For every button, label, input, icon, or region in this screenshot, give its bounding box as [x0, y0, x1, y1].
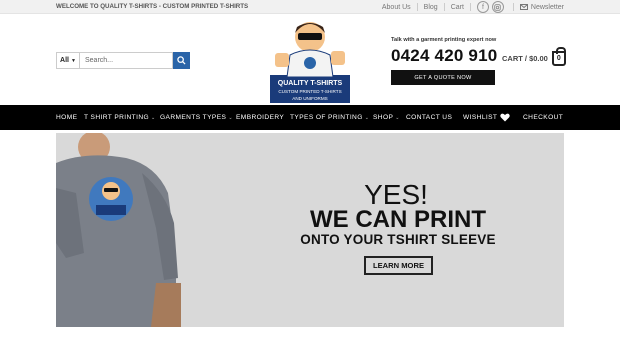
nav-checkout[interactable]: CHECKOUT: [523, 105, 563, 130]
banner-headline: WE CAN PRINT: [310, 206, 486, 233]
divider: [469, 3, 471, 11]
learn-more-button[interactable]: LEARN MORE: [364, 256, 433, 275]
newsletter-label: Newsletter: [530, 3, 564, 11]
divider: [512, 3, 514, 11]
site-logo[interactable]: QUALITY T-SHIRTS CUSTOM PRINTED T-SHIRTS…: [265, 15, 355, 105]
heart-icon: [500, 113, 511, 122]
nav-label: EMBROIDERY: [236, 114, 285, 121]
cart-bag-icon: 0: [551, 47, 566, 66]
top-bar: WELCOME TO QUALITY T-SHIRTS - CUSTOM PRI…: [0, 0, 620, 14]
nav-t-shirt-printing[interactable]: T SHIRT PRINTING ⌄: [84, 105, 156, 130]
divider: [416, 3, 418, 11]
logo-line3: AND UNIFORMS: [292, 96, 327, 101]
facebook-icon[interactable]: f: [476, 1, 489, 13]
logo-line1: QUALITY T-SHIRTS: [278, 80, 343, 87]
divider: [443, 3, 445, 11]
cart-total: CART / $0.00: [502, 54, 548, 63]
cart-link[interactable]: Cart: [451, 4, 464, 11]
search-icon: [177, 56, 186, 65]
nav-label: T SHIRT PRINTING: [84, 114, 150, 121]
nav-label: GARMENTS TYPES: [160, 114, 227, 121]
phone-number[interactable]: 0424 420 910: [391, 46, 497, 66]
nav-shop[interactable]: SHOP ⌄: [373, 105, 400, 130]
nav-types-of-printing[interactable]: TYPES OF PRINTING ⌄: [290, 105, 369, 130]
logo-line2: CUSTOM PRINTED T-SHIRTS: [278, 89, 341, 94]
nav-label: TYPES OF PRINTING: [290, 114, 363, 121]
nav-home[interactable]: HOME: [56, 105, 77, 130]
newsletter-link[interactable]: Newsletter: [519, 3, 564, 11]
top-links: About Us Blog Cart f Newsletter: [382, 0, 564, 14]
welcome-text: WELCOME TO QUALITY T-SHIRTS - CUSTOM PRI…: [56, 3, 249, 10]
main-nav: HOME T SHIRT PRINTING ⌄ GARMENTS TYPES ⌄ E…: [0, 105, 620, 130]
envelope-icon: [519, 4, 528, 10]
chevron-down-icon: ⌄: [395, 114, 400, 121]
chevron-down-icon: ⌄: [228, 114, 233, 121]
nav-label: CHECKOUT: [523, 114, 564, 121]
nav-label: WISHLIST: [463, 114, 498, 121]
nav-wishlist[interactable]: WISHLIST: [463, 105, 511, 130]
chevron-down-icon: ⌄: [151, 114, 156, 121]
get-quote-button[interactable]: GET A QUOTE NOW: [391, 70, 495, 85]
nav-garments-types[interactable]: GARMENTS TYPES ⌄: [160, 105, 233, 130]
talk-text: Talk with a garment printing expert now: [391, 37, 497, 43]
nav-embroidery[interactable]: EMBROIDERY: [236, 105, 284, 130]
chevron-down-icon: ⌄: [364, 114, 370, 121]
search-button[interactable]: [173, 52, 190, 69]
about-link[interactable]: About Us: [382, 4, 411, 11]
nav-contact-us[interactable]: CONTACT US: [406, 105, 452, 130]
blog-link[interactable]: Blog: [424, 4, 438, 11]
nav-label: HOME: [56, 114, 78, 121]
search-input[interactable]: Search...: [80, 52, 173, 69]
instagram-icon[interactable]: [491, 1, 504, 13]
hoodie-model-image: [56, 133, 181, 327]
search-bar: All ▼ Search...: [56, 52, 190, 69]
banner-subline: ONTO YOUR TSHIRT SLEEVE: [300, 232, 496, 247]
nav-label: CONTACT US: [406, 114, 453, 121]
nav-label: SHOP: [373, 114, 394, 121]
chevron-down-icon: ▼: [71, 57, 76, 64]
header-cart[interactable]: CART / $0.00 0: [502, 47, 566, 66]
cart-count: 0: [556, 55, 561, 62]
category-value: All: [60, 57, 69, 64]
hero-banner[interactable]: YES! WE CAN PRINT ONTO YOUR TSHIRT SLEEV…: [56, 133, 564, 327]
category-select[interactable]: All ▼: [56, 52, 80, 69]
